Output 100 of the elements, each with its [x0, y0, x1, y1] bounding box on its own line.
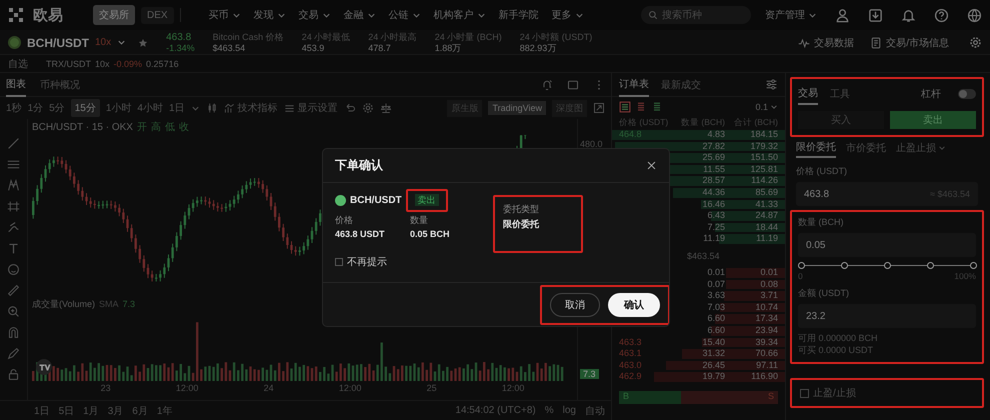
star-icon[interactable]: [138, 38, 148, 48]
download-icon[interactable]: [868, 8, 883, 22]
settings-icon[interactable]: [969, 36, 982, 49]
interval-tab[interactable]: 1秒: [6, 101, 22, 115]
pencil-icon[interactable]: [7, 347, 20, 360]
checkbox[interactable]: [335, 258, 343, 266]
magnet-icon[interactable]: [7, 326, 20, 339]
checkbox[interactable]: [800, 388, 809, 398]
price-change: -0.09%: [114, 59, 142, 69]
horizontal-lines-icon[interactable]: [7, 158, 20, 171]
interval-tab[interactable]: 15分: [70, 99, 100, 117]
time-tick: 12:00: [176, 383, 198, 395]
interval-tab[interactable]: 1分: [28, 101, 44, 115]
ruler-icon[interactable]: [7, 284, 20, 297]
pair-name: BCH/USDT: [27, 36, 89, 50]
total-field[interactable]: 23.2: [798, 304, 976, 328]
range-button[interactable]: 3月: [108, 404, 124, 418]
alert-icon[interactable]: [541, 78, 553, 90]
fullscreen-icon[interactable]: [593, 102, 605, 114]
filter-icon[interactable]: [765, 78, 778, 91]
mode-tab[interactable]: 交易所: [93, 5, 135, 25]
panel-tab[interactable]: 币种概况: [40, 73, 80, 96]
range-button[interactable]: 1年: [156, 404, 172, 418]
range-button[interactable]: 5日: [58, 404, 74, 418]
menu-item[interactable]: 金融: [344, 8, 376, 22]
asks-view-icon[interactable]: [635, 101, 647, 113]
info-link[interactable]: 交易/市场信息: [870, 36, 949, 50]
interval-tab[interactable]: 1小时: [106, 101, 132, 115]
range-button[interactable]: 1日: [34, 404, 50, 418]
view-tab[interactable]: TradingView: [488, 101, 546, 115]
order-price: 463.1: [619, 348, 642, 360]
leverage-toggle[interactable]: [958, 89, 976, 99]
panel-tab[interactable]: 交易: [798, 83, 818, 105]
bids-view-icon[interactable]: [651, 101, 663, 113]
menu-item[interactable]: 新手学院: [498, 8, 539, 22]
order-price: 462.9: [619, 371, 642, 383]
menu-item[interactable]: 买币: [208, 8, 241, 22]
window-icon[interactable]: [567, 78, 579, 90]
panel-tab[interactable]: 图表: [6, 73, 26, 96]
interval-tab[interactable]: 1日: [168, 101, 184, 115]
brush-icon[interactable]: [7, 221, 20, 234]
panel-tab[interactable]: 最新成交: [661, 73, 701, 96]
order-type-tab[interactable]: 限价委托: [796, 138, 836, 158]
zoom-in-icon[interactable]: [7, 305, 20, 318]
side-tab[interactable]: 卖出: [890, 111, 976, 129]
field-label: 数量 (BCH): [798, 216, 844, 229]
both-sides-view-icon[interactable]: [619, 101, 631, 113]
leverage-label: 10x: [95, 37, 112, 48]
channel-icon[interactable]: [7, 200, 20, 213]
user-icon[interactable]: [835, 8, 850, 22]
toolbar-button[interactable]: 技术指标: [224, 101, 278, 115]
pair-name: TRX/USDT: [46, 59, 91, 69]
interval-tab[interactable]: 5分: [49, 101, 65, 115]
chart-clock: 14:54:02 (UTC+8): [455, 405, 536, 416]
stat-value: 1.88万: [434, 42, 462, 54]
text-tool-icon[interactable]: [7, 242, 20, 255]
menu-item[interactable]: 更多: [552, 8, 584, 22]
globe-icon[interactable]: [967, 8, 982, 22]
mode-tab[interactable]: DEX: [141, 6, 174, 24]
field-value: 463.8 USDT: [335, 229, 386, 239]
smiley-icon[interactable]: [7, 263, 20, 276]
info-link[interactable]: 交易数据: [798, 36, 854, 50]
settings-icon[interactable]: [362, 102, 374, 114]
order-amount: 31.32: [702, 348, 725, 360]
chart-title: BCH/USDT · 15 · OKX: [32, 122, 133, 132]
lock-icon[interactable]: [7, 368, 20, 381]
close-button[interactable]: [646, 160, 657, 171]
candle-type-icon[interactable]: [206, 102, 218, 114]
slider-step-dot: [798, 262, 804, 269]
scale-option[interactable]: %: [544, 405, 554, 416]
order-type-tab[interactable]: 市价委托: [846, 141, 886, 155]
toolbar-button[interactable]: 显示设置: [284, 101, 338, 115]
amount-field[interactable]: 0.05: [798, 233, 976, 257]
scale-option[interactable]: log: [562, 405, 576, 416]
line-tool-icon[interactable]: [7, 137, 20, 150]
range-button[interactable]: 6月: [132, 404, 148, 418]
menu-item[interactable]: 机构客户: [434, 8, 486, 22]
precision-select[interactable]: 0.1: [755, 102, 778, 112]
watchlist-item[interactable]: TRX/USDT 10x -0.09% 0.25716: [46, 59, 179, 69]
interval-tab[interactable]: 4小时: [137, 101, 163, 115]
menu-item[interactable]: 交易: [298, 8, 331, 22]
bell-icon[interactable]: [901, 8, 916, 22]
assets-menu[interactable]: 资产管理: [765, 8, 817, 22]
scale-option[interactable]: 自动: [585, 404, 605, 418]
order-type-tab[interactable]: 止盈止损: [896, 141, 946, 155]
scale-icon[interactable]: [380, 102, 392, 114]
menu-item[interactable]: 公链: [388, 8, 421, 22]
panel-tab[interactable]: 订单表: [619, 73, 649, 96]
cancel-button[interactable]: 取消: [550, 292, 600, 316]
pitchfork-icon[interactable]: [7, 179, 20, 192]
range-button[interactable]: 1月: [83, 404, 99, 418]
slider-step-dot: [926, 262, 934, 269]
order-amount: 7.25: [707, 222, 725, 234]
panel-tab[interactable]: 工具: [830, 83, 850, 105]
order-total: 11.19: [756, 233, 778, 245]
menu-item[interactable]: 发现: [254, 8, 286, 22]
confirm-button[interactable]: 确认: [608, 292, 660, 316]
help-icon[interactable]: [934, 8, 949, 22]
undo-icon[interactable]: [344, 102, 356, 114]
side-badge: 卖出: [414, 194, 439, 206]
